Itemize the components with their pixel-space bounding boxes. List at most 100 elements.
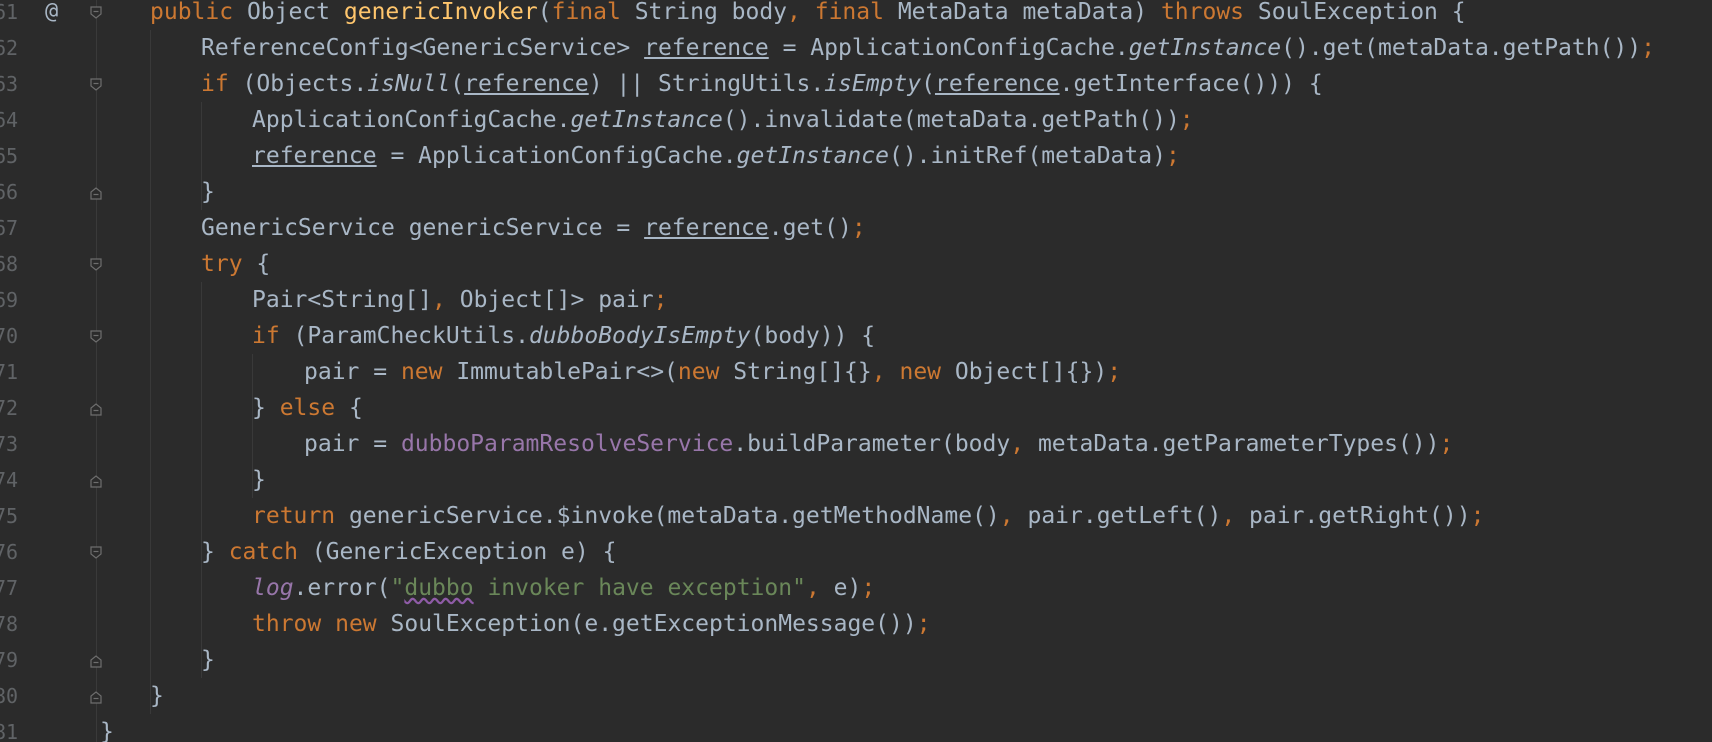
code-token: catch: [228, 539, 298, 565]
code-token: String body: [620, 0, 788, 25]
code-token: }: [252, 467, 266, 493]
code-token: (GenericException e) {: [297, 539, 617, 565]
code-token: {: [335, 395, 363, 421]
code-token: genericService.$invoke(metaData.getMetho…: [335, 503, 1000, 529]
code-token: (: [537, 0, 552, 25]
code-token: ,: [1221, 503, 1250, 529]
code-line[interactable]: }: [252, 462, 266, 498]
code-token: throws: [1160, 0, 1245, 25]
code-token: getInstance: [1128, 35, 1282, 61]
code-token: ().invalidate(metaData.getPath()): [722, 107, 1180, 133]
code-token: ;: [1107, 359, 1122, 385]
code-token: ;: [1641, 35, 1655, 61]
code-token: e): [833, 575, 862, 601]
code-token: }: [201, 179, 215, 205]
code-line[interactable]: if (Objects.isNull(reference) || StringU…: [201, 66, 1323, 102]
code-line[interactable]: try {: [201, 246, 270, 282]
code-token: public: [150, 0, 234, 25]
code-line[interactable]: reference = ApplicationConfigCache.getIn…: [252, 138, 1180, 174]
indent-guide: [150, 30, 151, 714]
code-token: dubboBodyIsEmpty: [528, 323, 751, 349]
code-token: reference: [934, 71, 1060, 97]
code-line[interactable]: public Object genericInvoker(final Strin…: [150, 0, 1466, 30]
code-token: invoker have exception": [473, 575, 806, 601]
code-token: (body)) {: [750, 323, 876, 349]
code-token: ": [390, 575, 405, 601]
code-token: Object[]{}): [941, 359, 1108, 385]
code-line[interactable]: Pair<String[], Object[]> pair;: [252, 282, 667, 318]
code-area[interactable]: public Object genericInvoker(final Strin…: [0, 0, 1712, 742]
code-token: GenericService genericService =: [201, 215, 645, 241]
code-token: ,: [805, 575, 834, 601]
code-token: reference: [644, 215, 769, 241]
code-token: ().get(metaData.getPath()): [1281, 35, 1642, 61]
code-editor[interactable]: @ 61 62 63 64 65 66 67 68 69 70 71 72 73 74 75 76 77 78 79…: [0, 0, 1712, 742]
code-line[interactable]: ApplicationConfigCache.getInstance().inv…: [252, 102, 1194, 138]
code-token: ) || StringUtils.: [588, 71, 825, 97]
code-token: (: [921, 71, 935, 97]
code-line[interactable]: pair = dubboParamResolveService.buildPar…: [304, 426, 1453, 462]
code-token: new: [677, 359, 720, 385]
code-line[interactable]: throw new SoulException(e.getExceptionMe…: [252, 606, 931, 642]
code-token: genericInvoker: [343, 0, 538, 25]
code-token: ;: [1439, 431, 1454, 457]
code-token: ReferenceConfig<GenericService>: [201, 35, 645, 61]
code-token: new: [400, 359, 443, 385]
code-token: reference: [252, 143, 377, 169]
code-token: ;: [861, 575, 876, 601]
code-line[interactable]: } catch (GenericException e) {: [201, 534, 616, 570]
code-line[interactable]: log.error("dubbo invoker have exception"…: [252, 570, 875, 606]
code-token: .getInterface())) {: [1059, 71, 1323, 97]
code-line[interactable]: ReferenceConfig<GenericService> referenc…: [201, 30, 1655, 66]
code-line[interactable]: return genericService.$invoke(metaData.g…: [252, 498, 1484, 534]
code-token: (Objects.: [228, 71, 368, 97]
indent-guide: [201, 282, 202, 570]
code-token: SoulException(e.getExceptionMessage()): [376, 611, 917, 637]
code-token: if: [252, 323, 280, 349]
code-token: ,: [999, 503, 1028, 529]
code-token: Pair<String[]: [252, 287, 433, 313]
code-token: {: [242, 251, 271, 277]
code-token: .get(): [768, 215, 852, 241]
code-token: ,: [1010, 431, 1038, 457]
code-token: final: [814, 0, 884, 25]
code-token: Object[]> pair: [459, 287, 654, 313]
code-token: ;: [653, 287, 668, 313]
code-line[interactable]: }: [100, 714, 114, 742]
code-line[interactable]: }: [150, 678, 164, 714]
code-token: metaData.getParameterTypes()): [1037, 431, 1440, 457]
code-token: = ApplicationConfigCache.: [768, 35, 1129, 61]
code-line[interactable]: GenericService genericService = referenc…: [201, 210, 866, 246]
code-line[interactable]: }: [201, 174, 215, 210]
code-token: ;: [1179, 107, 1194, 133]
code-token: return: [252, 503, 336, 529]
code-token: = ApplicationConfigCache.: [376, 143, 737, 169]
code-token: try: [201, 251, 243, 277]
code-token: }: [100, 719, 114, 742]
code-token: new: [899, 359, 942, 385]
code-token: .error(: [293, 575, 391, 601]
code-line[interactable]: }: [201, 642, 215, 678]
code-token: }: [201, 539, 229, 565]
code-token: isEmpty: [824, 71, 922, 97]
code-token: dubbo: [404, 575, 474, 601]
code-token: log: [252, 575, 294, 601]
code-token: ().initRef(metaData): [888, 143, 1166, 169]
code-token: ImmutablePair<>(: [442, 359, 678, 385]
code-line[interactable]: if (ParamCheckUtils.dubboBodyIsEmpty(bod…: [252, 318, 875, 354]
code-token: }: [201, 647, 215, 673]
code-token: (: [450, 71, 465, 97]
code-token: ApplicationConfigCache.: [252, 107, 571, 133]
code-token: dubboParamResolveService: [400, 431, 734, 457]
code-token: reference: [464, 71, 589, 97]
code-token: .buildParameter(body: [733, 431, 1011, 457]
code-token: if: [201, 71, 229, 97]
code-token: getInstance: [736, 143, 889, 169]
code-line[interactable]: pair = new ImmutablePair<>(new String[]{…: [304, 354, 1121, 390]
code-token: (ParamCheckUtils.: [279, 323, 529, 349]
code-line[interactable]: } else {: [252, 390, 363, 426]
code-token: throw: [252, 611, 322, 637]
code-token: ;: [1470, 503, 1485, 529]
code-token: ;: [1165, 143, 1180, 169]
